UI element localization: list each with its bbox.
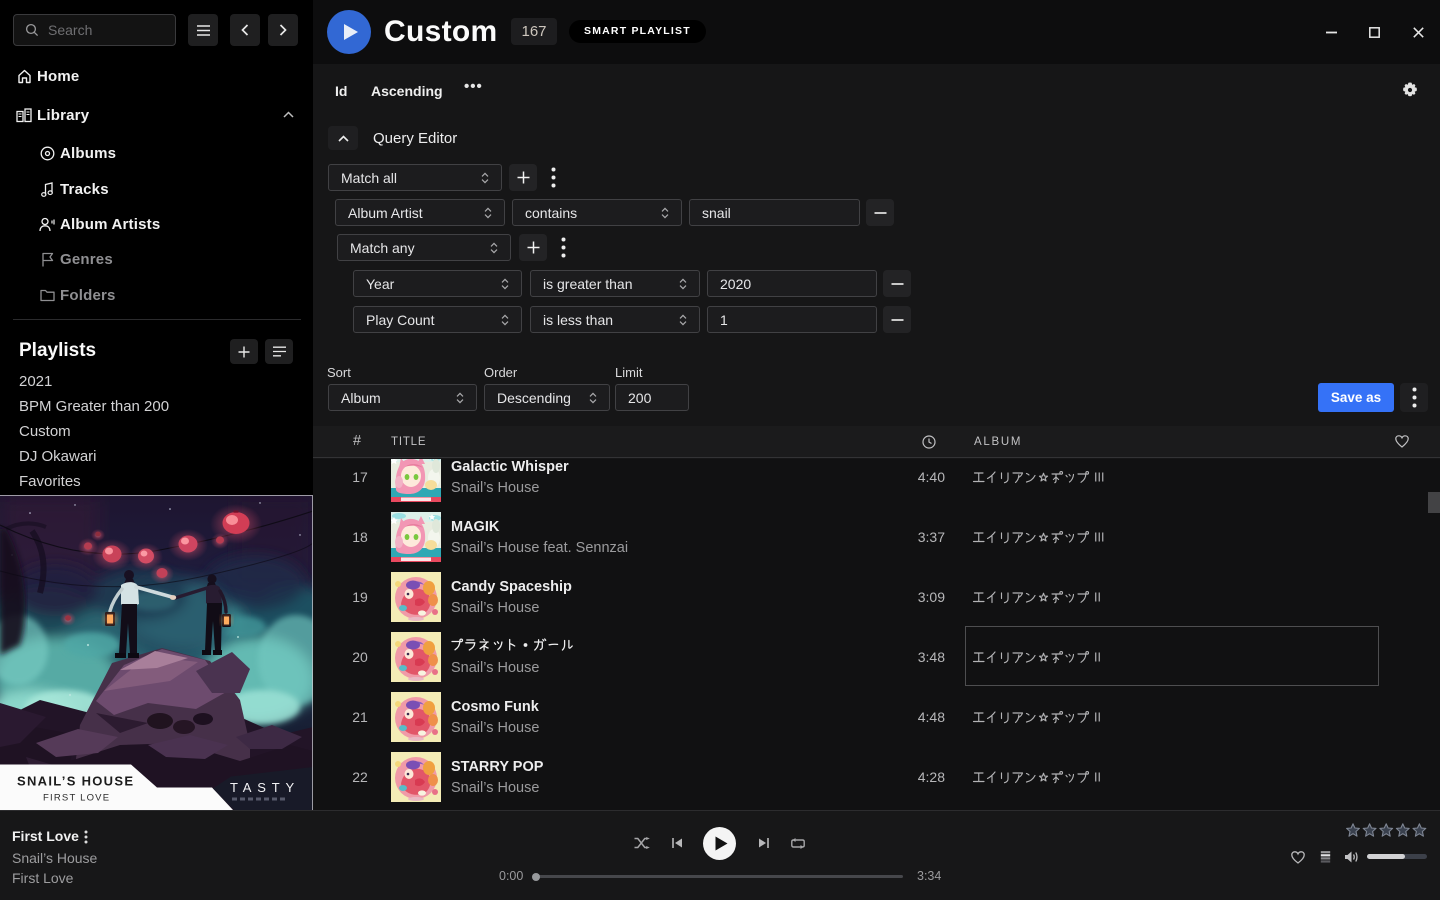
svg-text:TASTY: TASTY	[230, 780, 300, 795]
svg-text:III: III	[1094, 471, 1104, 485]
svg-text:FIRST LOVE: FIRST LOVE	[43, 793, 110, 804]
svg-text:SNAIL’S HOUSE: SNAIL’S HOUSE	[17, 774, 134, 789]
svg-text:II: II	[1094, 771, 1101, 785]
svg-text:II: II	[1094, 651, 1101, 665]
svg-text:II: II	[1094, 591, 1101, 605]
svg-text:III: III	[1094, 531, 1104, 545]
svg-text:II: II	[1094, 711, 1101, 725]
